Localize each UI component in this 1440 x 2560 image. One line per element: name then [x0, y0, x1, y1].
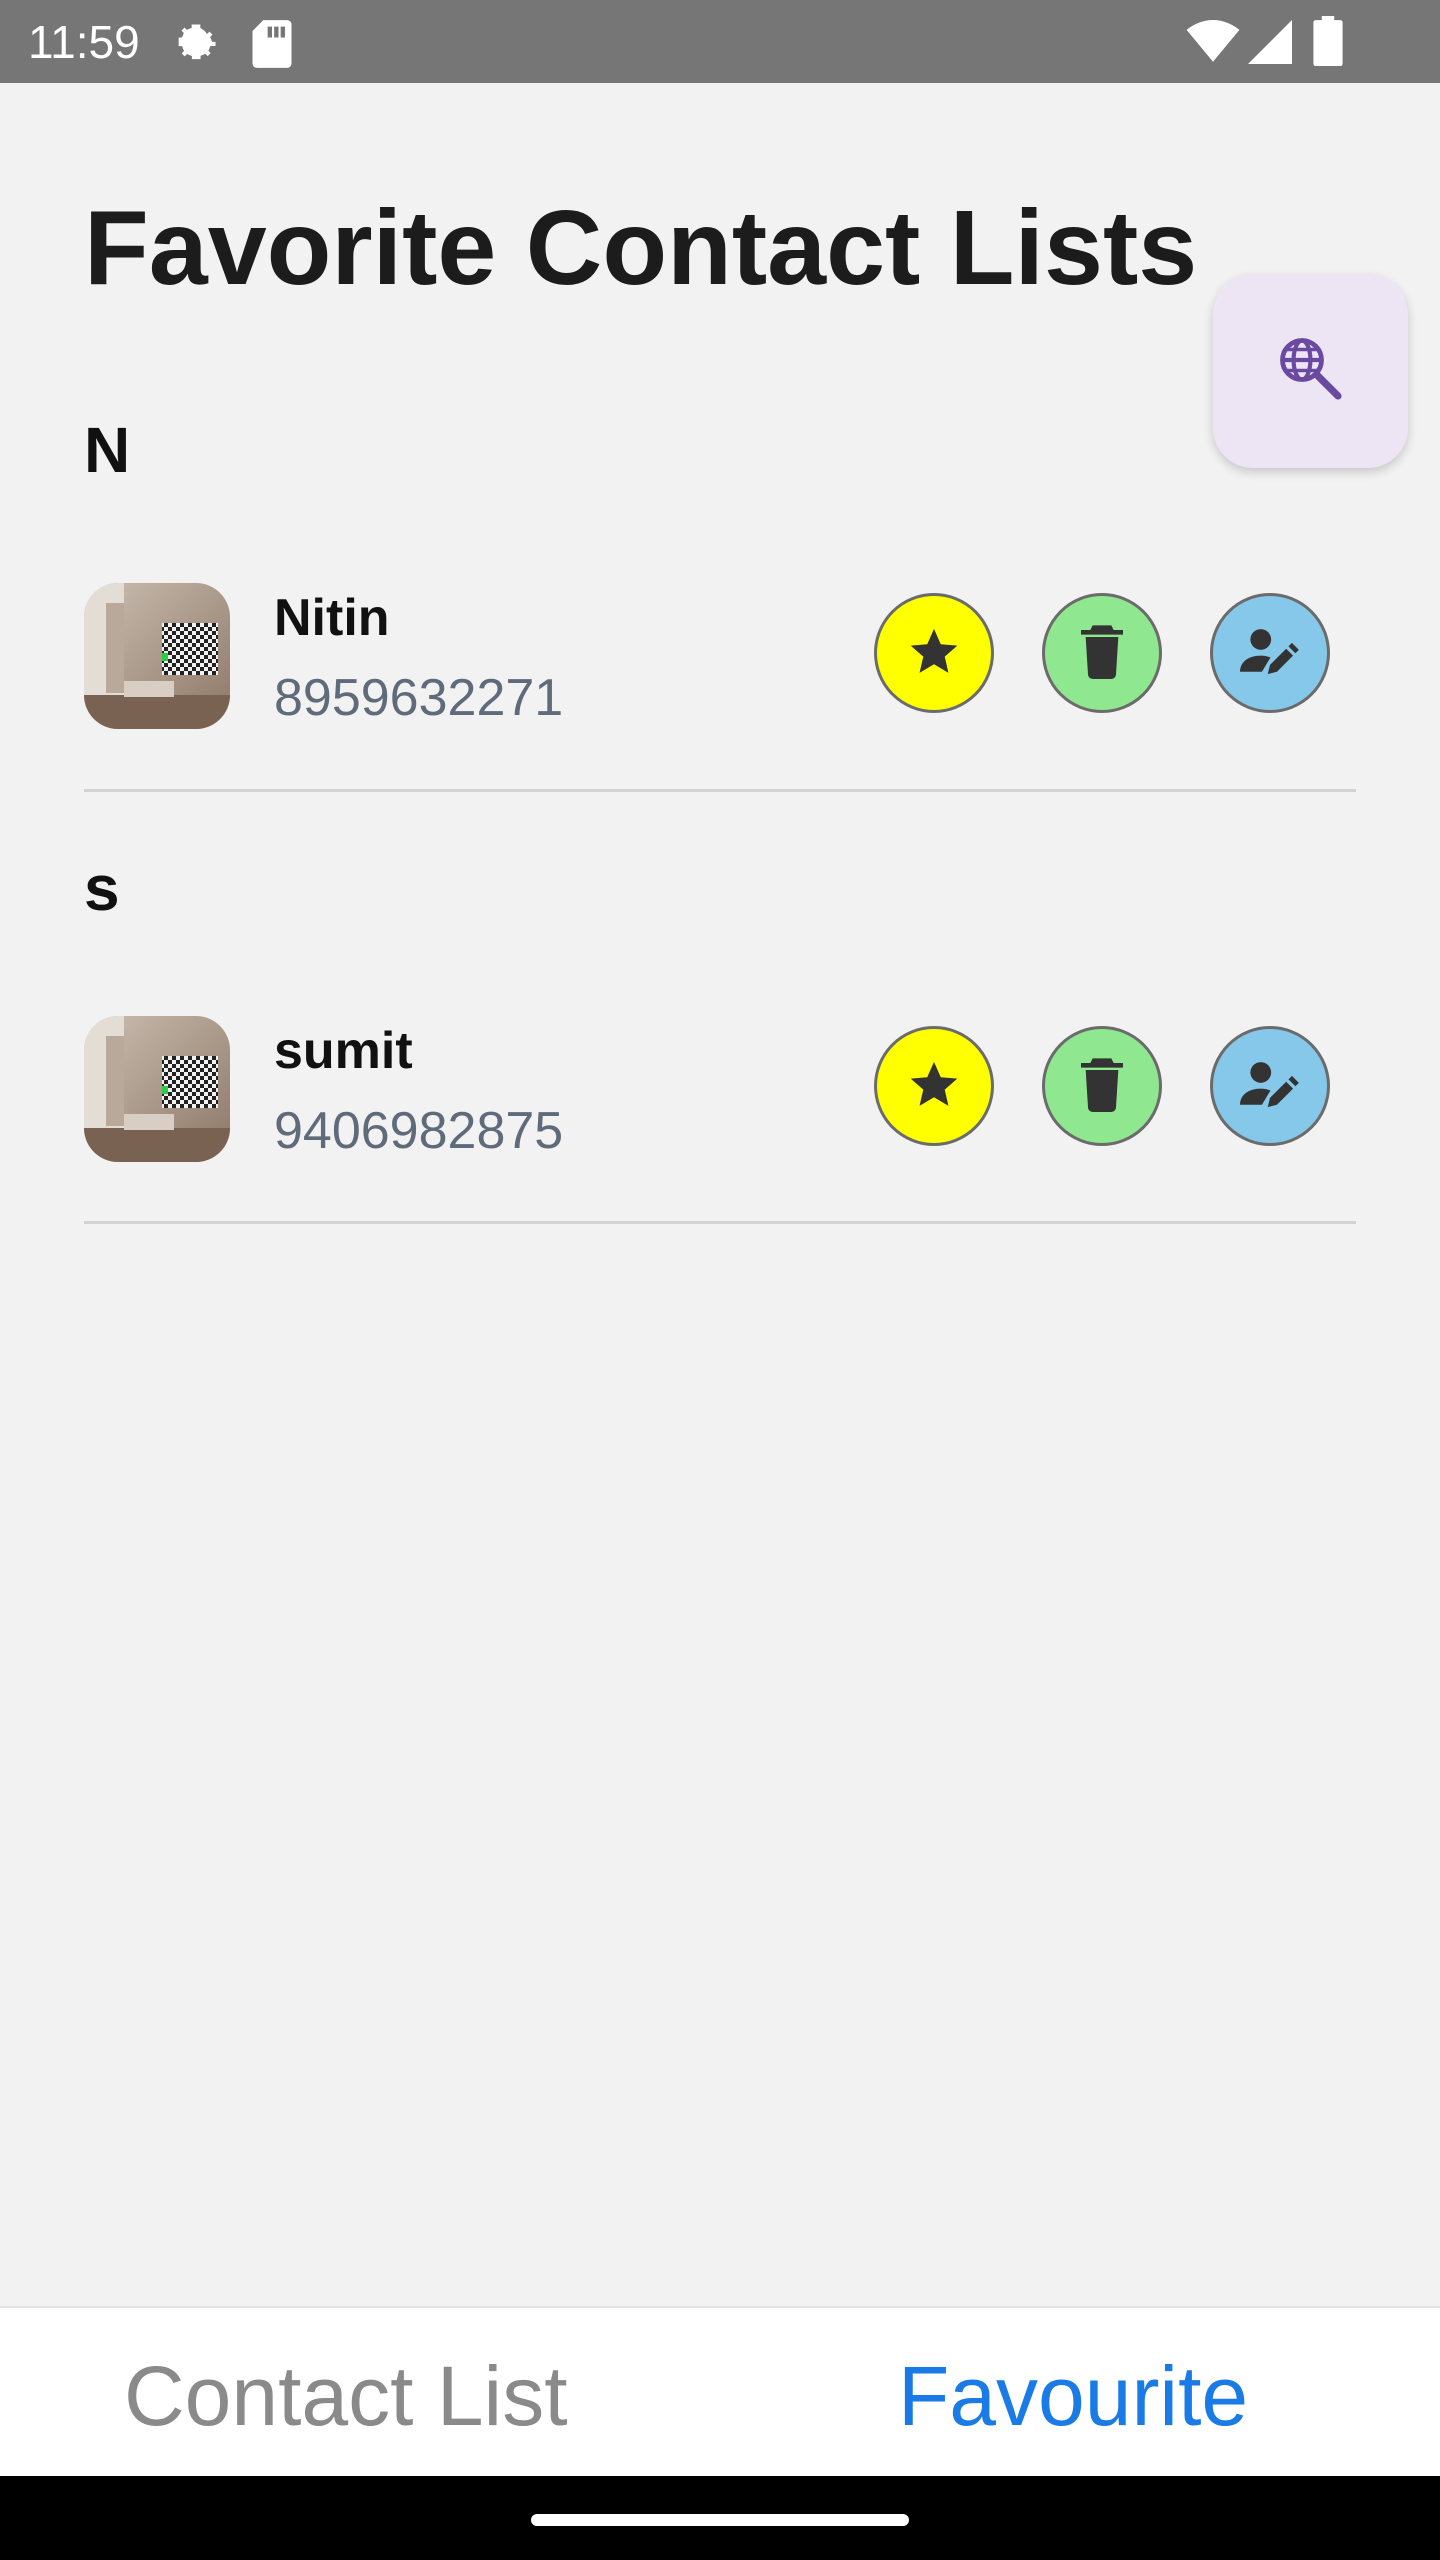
contact-name: Nitin — [274, 589, 390, 647]
delete-button[interactable] — [1042, 1026, 1162, 1146]
edit-button[interactable] — [1210, 1026, 1330, 1146]
star-icon — [906, 623, 962, 684]
search-fab-button[interactable] — [1213, 274, 1408, 468]
system-navigation-bar — [0, 2476, 1440, 2560]
edit-button[interactable] — [1210, 593, 1330, 713]
page-title: Favorite Contact Lists — [84, 189, 1198, 307]
section-header-n: N — [84, 414, 131, 486]
trash-icon — [1078, 623, 1126, 684]
bottom-navigation: Contact List Favourite — [0, 2306, 1440, 2478]
battery-icon — [1312, 16, 1344, 71]
star-icon — [906, 1056, 962, 1117]
contact-row-nitin[interactable]: Nitin 8959632271 — [84, 583, 1356, 733]
sd-card-icon — [250, 18, 294, 75]
home-gesture-handle[interactable] — [531, 2514, 909, 2526]
wifi-icon — [1185, 20, 1241, 69]
section-header-s: s — [84, 852, 120, 924]
travel-explore-icon — [1275, 333, 1347, 410]
divider — [84, 1221, 1356, 1224]
divider — [84, 789, 1356, 792]
delete-button[interactable] — [1042, 593, 1162, 713]
contact-name: sumit — [274, 1022, 413, 1080]
tab-favourite[interactable]: Favourite — [898, 2348, 1248, 2444]
trash-icon — [1078, 1056, 1126, 1117]
edit-person-icon — [1240, 1056, 1300, 1117]
contact-phone: 9406982875 — [274, 1102, 564, 1160]
avatar — [84, 583, 230, 729]
signal-icon — [1248, 20, 1292, 69]
avatar — [84, 1016, 230, 1162]
favorite-button[interactable] — [874, 593, 994, 713]
tab-contact-list[interactable]: Contact List — [124, 2348, 568, 2444]
edit-person-icon — [1240, 623, 1300, 684]
contact-row-sumit[interactable]: sumit 9406982875 — [84, 1016, 1356, 1166]
settings-gear-icon — [170, 18, 222, 75]
status-time: 11:59 — [28, 16, 140, 68]
status-bar: 11:59 — [0, 0, 1440, 83]
contact-phone: 8959632271 — [274, 669, 564, 727]
favorite-button[interactable] — [874, 1026, 994, 1146]
